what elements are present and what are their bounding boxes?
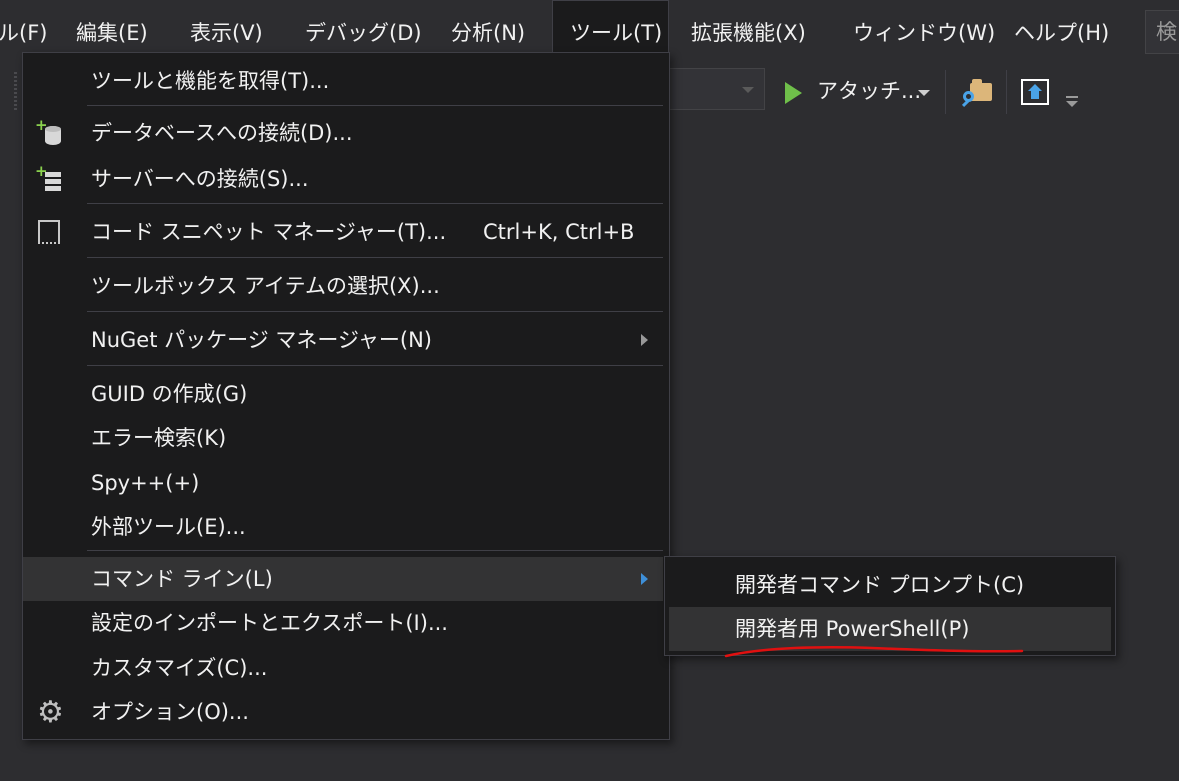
menu-item-external-tools[interactable]: 外部ツール(E)...: [23, 505, 663, 549]
toolbar-separator: [945, 70, 946, 114]
menu-item-label: GUID の作成(G): [91, 382, 248, 406]
menu-item-customize[interactable]: カスタマイズ(C)...: [23, 646, 663, 690]
toolbar-grip[interactable]: [14, 72, 17, 112]
menu-item-snippet-manager[interactable]: コード スニペット マネージャー(T)... Ctrl+K, Ctrl+B: [23, 210, 663, 254]
menu-item-import-export-settings[interactable]: 設定のインポートとエクスポート(I)...: [23, 601, 663, 645]
menu-separator: [87, 365, 663, 366]
submenu-item-developer-command-prompt[interactable]: 開発者コマンド プロンプト(C): [669, 563, 1111, 607]
menu-separator: [87, 203, 663, 204]
gear-icon: ⚙: [37, 695, 64, 730]
red-underline-annotation: [724, 646, 1024, 658]
menu-item-label: データベースへの接続(D)...: [91, 121, 353, 145]
menu-item-label: エラー検索(K): [91, 426, 227, 450]
play-icon[interactable]: [785, 82, 802, 104]
menu-item-label: 設定のインポートとエクスポート(I)...: [91, 611, 448, 635]
toolbar-overflow-icon[interactable]: [1065, 96, 1079, 107]
menu-item-error-lookup[interactable]: エラー検索(K): [23, 416, 663, 460]
search-box[interactable]: 検: [1145, 10, 1179, 54]
menu-item-choose-toolbox-items[interactable]: ツールボックス アイテムの選択(X)...: [23, 264, 663, 308]
menu-item-label: コマンド ライン(L): [91, 567, 273, 591]
home-icon[interactable]: [1021, 79, 1049, 105]
menu-item-label: コード スニペット マネージャー(T)...: [91, 220, 447, 244]
menu-extensions[interactable]: 拡張機能(X): [691, 0, 806, 62]
toolbar-separator: [1006, 70, 1007, 114]
menu-item-command-line[interactable]: コマンド ライン(L): [23, 557, 663, 601]
server-connect-icon: +: [35, 164, 65, 193]
menu-item-connect-server[interactable]: + サーバーへの接続(S)...: [23, 157, 663, 201]
find-folder-icon[interactable]: [961, 77, 992, 109]
tools-menu: ツールと機能を取得(T)... + データベースへの接続(D)... + サーバ…: [22, 52, 670, 740]
menu-separator: [87, 105, 663, 106]
menu-item-nuget[interactable]: NuGet パッケージ マネージャー(N): [23, 318, 663, 362]
menu-item-label: オプション(O)...: [91, 700, 249, 724]
attach-dropdown-icon[interactable]: [918, 90, 930, 96]
menu-separator: [87, 550, 663, 551]
chevron-down-icon: [742, 87, 754, 93]
menu-item-options[interactable]: ⚙ オプション(O)...: [23, 690, 663, 734]
menu-window[interactable]: ウィンドウ(W): [853, 0, 995, 62]
menu-separator: [87, 311, 663, 312]
submenu-arrow-icon: [641, 573, 648, 585]
submenu-arrow-icon: [641, 334, 648, 346]
menu-item-label: ツールボックス アイテムの選択(X)...: [91, 274, 440, 298]
menu-item-spy[interactable]: Spy++(+): [23, 461, 663, 505]
menu-item-label: カスタマイズ(C)...: [91, 656, 268, 680]
menu-item-get-tools[interactable]: ツールと機能を取得(T)...: [23, 59, 663, 103]
menu-separator: [87, 257, 663, 258]
submenu-item-label: 開発者コマンド プロンプト(C): [735, 573, 1025, 597]
menu-item-connect-database[interactable]: + データベースへの接続(D)...: [23, 111, 663, 155]
menu-item-label: NuGet パッケージ マネージャー(N): [91, 328, 432, 352]
menu-item-label: サーバーへの接続(S)...: [91, 167, 309, 191]
database-connect-icon: +: [35, 118, 65, 147]
menu-item-label: Spy++(+): [91, 471, 200, 495]
menu-help[interactable]: ヘルプ(H): [1014, 0, 1109, 62]
menu-item-label: 外部ツール(E)...: [91, 515, 246, 539]
target-combo[interactable]: [665, 68, 765, 110]
menu-item-create-guid[interactable]: GUID の作成(G): [23, 372, 663, 416]
menu-item-shortcut: Ctrl+K, Ctrl+B: [483, 220, 635, 244]
menu-item-label: ツールと機能を取得(T)...: [91, 69, 330, 93]
snippet-icon: [35, 218, 65, 246]
attach-button[interactable]: アタッチ...: [817, 76, 921, 106]
